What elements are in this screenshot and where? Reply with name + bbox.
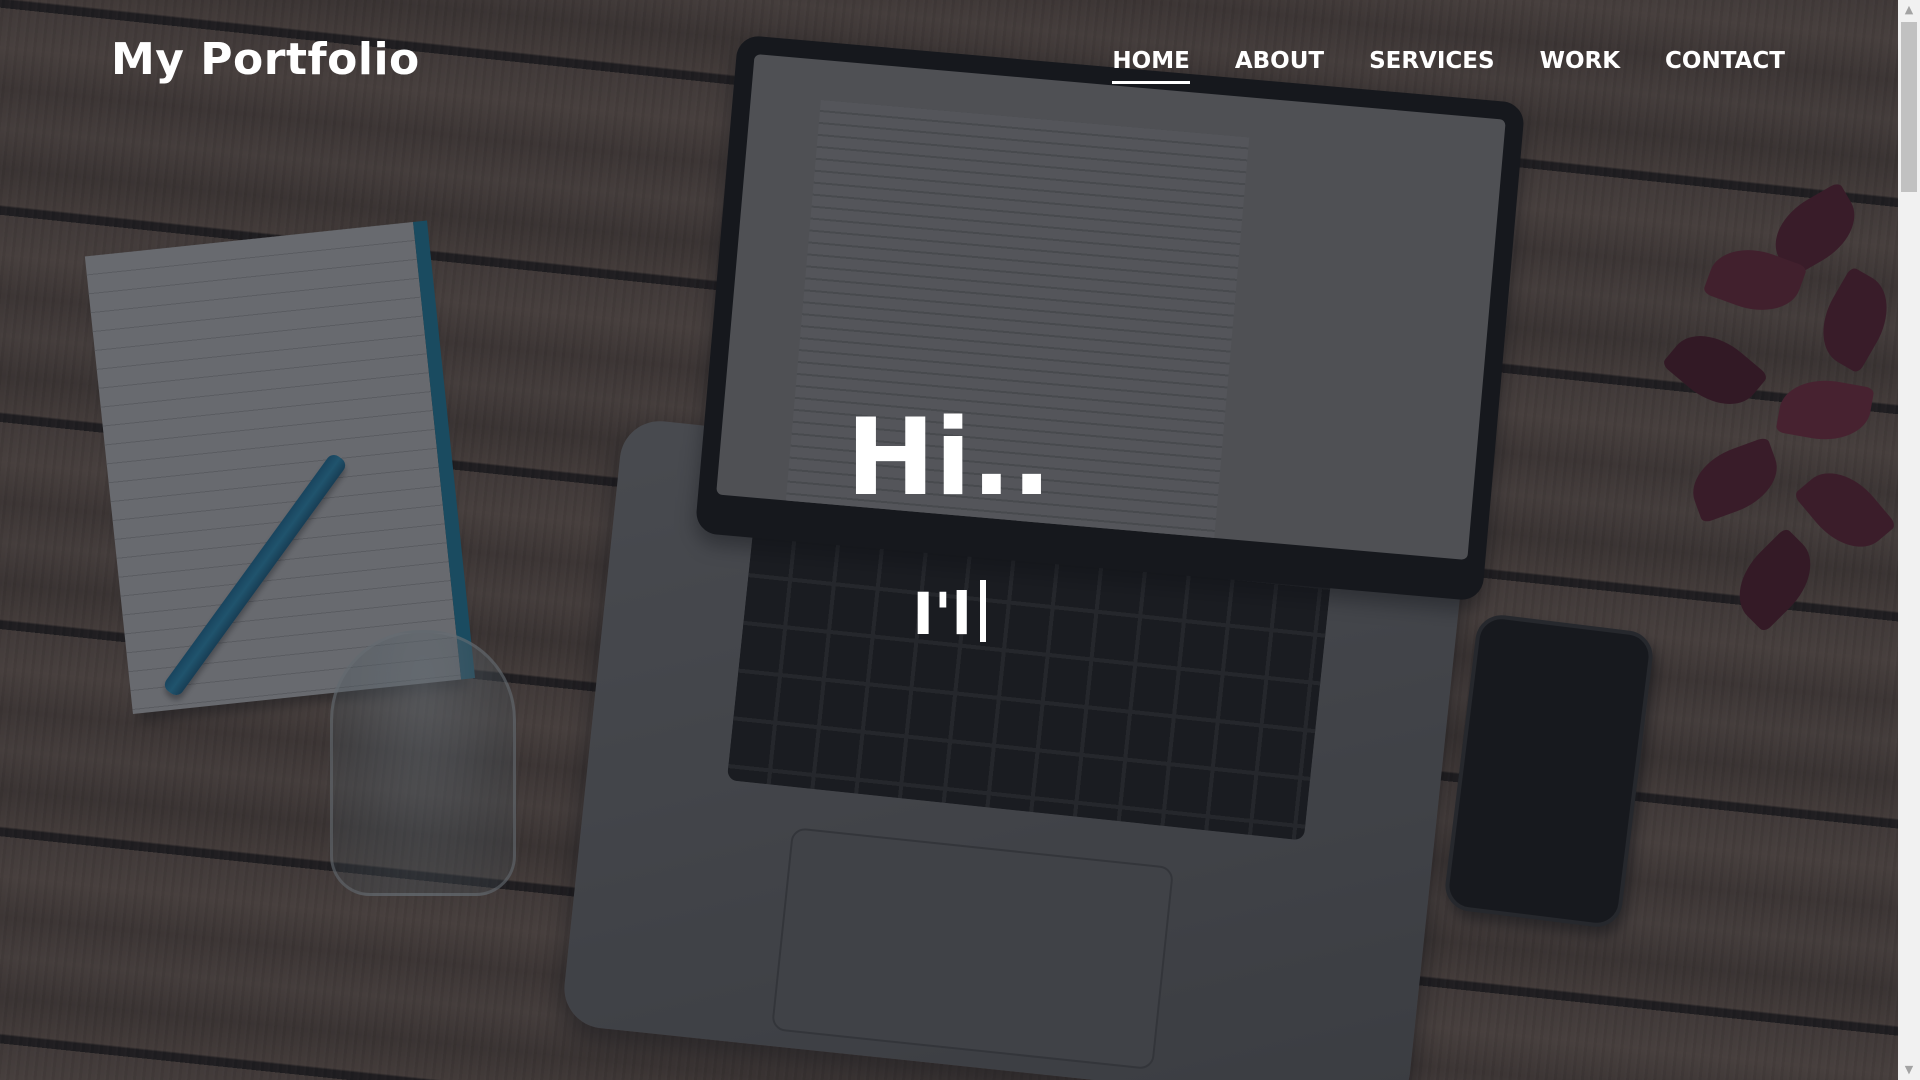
scroll-up-icon[interactable]: ▲ xyxy=(1898,0,1920,20)
nav-link-work[interactable]: WORK xyxy=(1540,48,1620,84)
scroll-down-icon[interactable]: ▼ xyxy=(1898,1060,1920,1080)
scroll-thumb[interactable] xyxy=(1901,22,1917,192)
typing-cursor xyxy=(979,580,986,642)
hero-typed-text-line: I'l xyxy=(0,580,1898,643)
nav-link-contact[interactable]: CONTACT xyxy=(1665,48,1785,84)
nav-link-about[interactable]: ABOUT xyxy=(1235,48,1324,84)
hero-background xyxy=(0,0,1898,1080)
nav-link-services[interactable]: SERVICES xyxy=(1369,48,1495,84)
nav-link-home[interactable]: HOME xyxy=(1112,48,1191,84)
hero-title: Hi.. xyxy=(846,396,1052,519)
main-nav: HOME ABOUT SERVICES WORK CONTACT xyxy=(1112,48,1785,84)
dark-overlay xyxy=(0,0,1898,1080)
site-header: My Portfolio HOME ABOUT SERVICES WORK CO… xyxy=(0,0,1898,130)
hero-typed-text: I'l xyxy=(912,580,972,648)
site-logo[interactable]: My Portfolio xyxy=(111,34,420,85)
page-scrollbar[interactable]: ▲ ▼ xyxy=(1898,0,1920,1080)
